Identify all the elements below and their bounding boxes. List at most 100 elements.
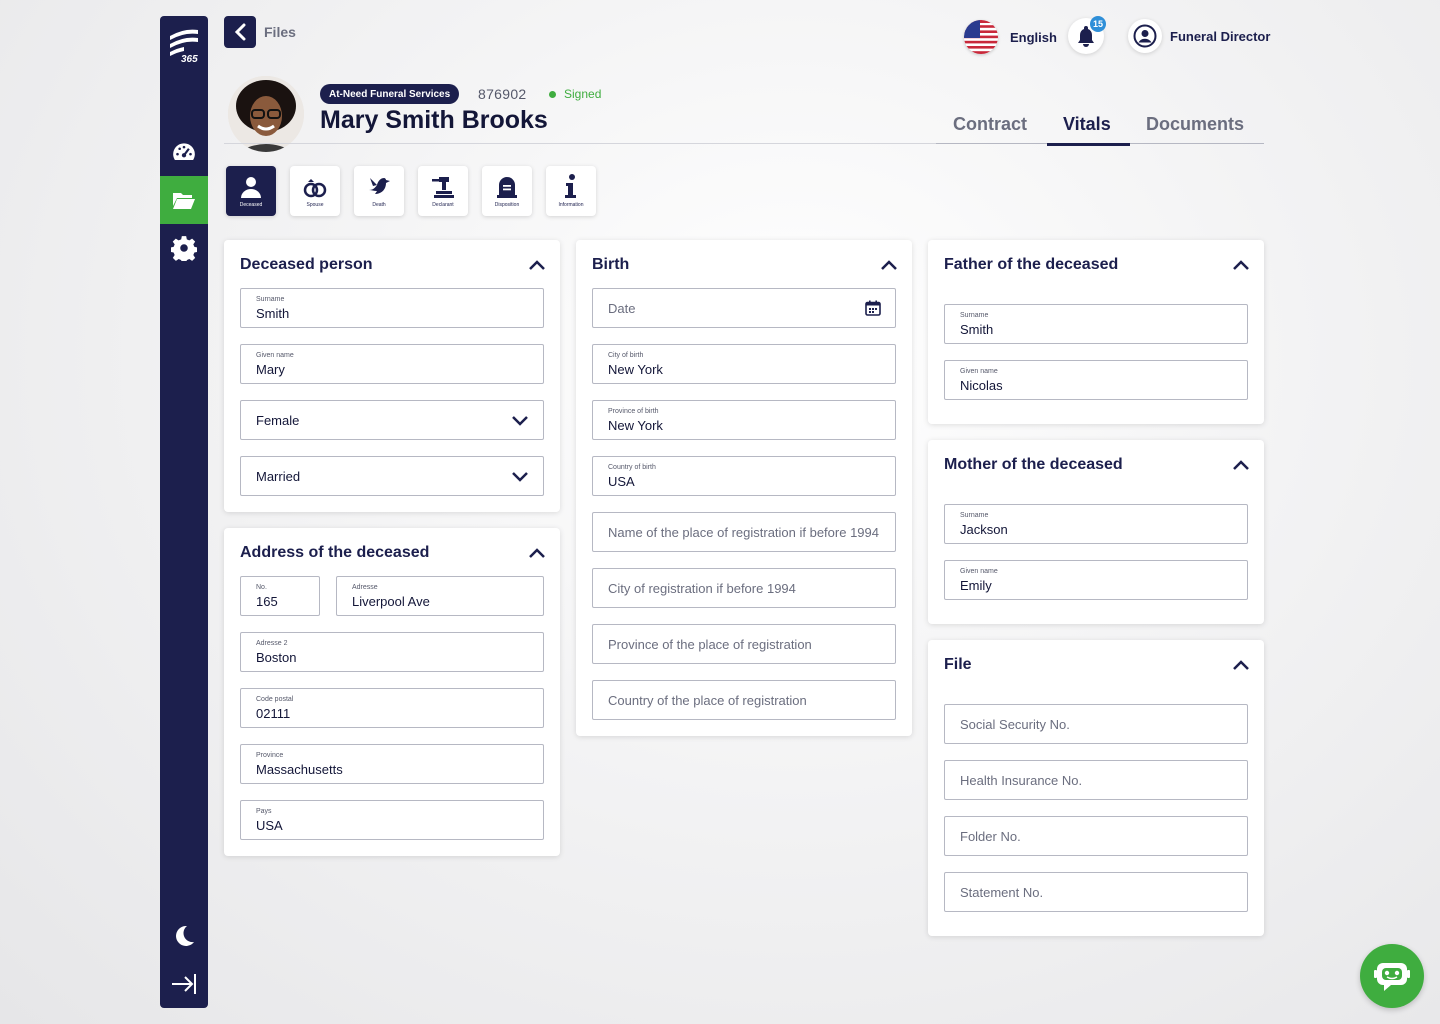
subtab-deceased[interactable]: Deceased	[226, 166, 276, 216]
field-placeholder: City of registration if before 1994	[608, 581, 796, 596]
sidebar-item-dark-mode[interactable]	[160, 912, 208, 960]
marital-status-select[interactable]: Married	[240, 456, 544, 496]
sidebar-item-files[interactable]	[160, 176, 208, 224]
postal-code-field[interactable]: Code postal 02111	[240, 688, 544, 728]
surname-field[interactable]: Surname Smith	[240, 288, 544, 328]
field-value: 165	[256, 594, 278, 609]
subtab-label: Spouse	[306, 202, 324, 208]
field-value: Liverpool Ave	[352, 594, 430, 609]
field-value: USA	[256, 818, 283, 833]
field-label: Surname	[960, 312, 989, 319]
user-role: Funeral Director	[1170, 28, 1271, 44]
street-field[interactable]: Adresse Liverpool Ave	[336, 576, 544, 616]
subtab-information[interactable]: Information	[546, 166, 596, 216]
field-placeholder: Country of the place of registration	[608, 693, 807, 708]
logo-text: 365	[181, 54, 198, 64]
field-value: Boston	[256, 650, 297, 665]
field-placeholder: Statement No.	[960, 885, 1044, 900]
back-button[interactable]	[224, 16, 256, 48]
father-surname-field[interactable]: Surname Smith	[944, 304, 1248, 344]
chevron-up-icon[interactable]	[1232, 656, 1250, 674]
birth-card: Birth Date City of birth New York Provin…	[576, 240, 912, 736]
street-number-field[interactable]: No. 165	[240, 576, 320, 616]
city-of-birth-field[interactable]: City of birth New York	[592, 344, 896, 384]
tab-vitals[interactable]: Vitals	[1047, 114, 1130, 146]
chevron-up-icon[interactable]	[528, 544, 546, 562]
registration-city-field[interactable]: City of registration if before 1994	[592, 568, 896, 608]
subtab-declarant[interactable]: Declarant	[418, 166, 468, 216]
us-flag-icon	[964, 20, 998, 54]
subtab-label: Information	[558, 202, 584, 208]
page-title: Mary Smith Brooks	[320, 106, 548, 134]
field-label: Code postal	[256, 696, 294, 703]
birth-date-field[interactable]: Date	[592, 288, 896, 328]
chevron-up-icon[interactable]	[1232, 256, 1250, 274]
province-field[interactable]: Province Massachusetts	[240, 744, 544, 784]
mother-given-name-field[interactable]: Given name Emily	[944, 560, 1248, 600]
chevron-up-icon[interactable]	[528, 256, 546, 274]
subtab-label: Declarant	[432, 202, 454, 208]
subtab-label: Death	[372, 202, 386, 208]
health-insurance-field[interactable]: Health Insurance No.	[944, 760, 1248, 800]
sidebar-item-logout[interactable]	[160, 960, 208, 1008]
card-title: Address of the deceased	[240, 544, 430, 561]
sidebar-item-dashboard[interactable]	[160, 128, 208, 176]
mother-surname-field[interactable]: Surname Jackson	[944, 504, 1248, 544]
subtab-label: Disposition	[494, 202, 520, 208]
app-logo[interactable]: 365	[166, 24, 202, 65]
chevron-up-icon[interactable]	[1232, 456, 1250, 474]
chevron-left-icon	[234, 23, 246, 41]
field-label: Surname	[256, 296, 285, 303]
gear-icon	[171, 236, 197, 261]
address2-field[interactable]: Adresse 2 Boston	[240, 632, 544, 672]
field-label: Given name	[256, 352, 294, 359]
breadcrumb[interactable]: Files	[264, 24, 296, 40]
province-of-birth-field[interactable]: Province of birth New York	[592, 400, 896, 440]
subtab-death[interactable]: Death	[354, 166, 404, 216]
sex-select[interactable]: Female	[240, 400, 544, 440]
service-badge: At-Need Funeral Services	[320, 84, 460, 104]
logout-arrow-icon	[172, 974, 196, 994]
field-label: Adresse	[352, 584, 378, 591]
tab-contract[interactable]: Contract	[953, 114, 1027, 143]
calendar-icon[interactable]	[865, 300, 881, 316]
father-given-name-field[interactable]: Given name Nicolas	[944, 360, 1248, 400]
field-value: Nicolas	[960, 378, 1003, 393]
subtab-spouse[interactable]: Spouse	[290, 166, 340, 216]
ssn-field[interactable]: Social Security No.	[944, 704, 1248, 744]
field-placeholder: Date	[608, 301, 636, 316]
field-placeholder: Health Insurance No.	[960, 773, 1083, 788]
registration-province-field[interactable]: Province of the place of registration	[592, 624, 896, 664]
field-value: Smith	[256, 306, 290, 321]
folder-number-field[interactable]: Folder No.	[944, 816, 1248, 856]
language-label: English	[1010, 29, 1057, 45]
card-title: Father of the deceased	[944, 256, 1119, 273]
given-name-field[interactable]: Given name Mary	[240, 344, 544, 384]
chevron-down-icon	[512, 472, 528, 482]
person-icon	[241, 177, 261, 198]
subtab-disposition[interactable]: Disposition	[482, 166, 532, 216]
folder-icon	[173, 193, 195, 209]
field-value: New York	[608, 362, 663, 377]
deceased-person-card: Deceased person Surname Smith Given name…	[224, 240, 560, 512]
user-menu[interactable]: Funeral Director	[1128, 19, 1270, 53]
field-value: Massachusetts	[256, 762, 343, 777]
country-of-birth-field[interactable]: Country of birth USA	[592, 456, 896, 496]
tab-documents[interactable]: Documents	[1146, 114, 1244, 143]
field-value: Mary	[256, 362, 285, 377]
country-field[interactable]: Pays USA	[240, 800, 544, 840]
notifications-button[interactable]: 15	[1068, 16, 1106, 54]
chevron-up-icon[interactable]	[880, 256, 898, 274]
statement-number-field[interactable]: Statement No.	[944, 872, 1248, 912]
field-value: Smith	[960, 322, 994, 337]
registration-country-field[interactable]: Country of the place of registration	[592, 680, 896, 720]
subtab-label: Deceased	[239, 202, 263, 208]
chatbot-button[interactable]	[1360, 944, 1424, 1008]
tombstone-icon	[497, 177, 517, 198]
field-label: City of birth	[608, 352, 644, 359]
registration-place-field[interactable]: Name of the place of registration if bef…	[592, 512, 896, 552]
field-placeholder: Name of the place of registration if bef…	[608, 525, 879, 540]
language-selector[interactable]: English	[964, 20, 1057, 54]
main-tabs: Contract Vitals Documents	[936, 110, 1264, 146]
sidebar-item-settings[interactable]	[160, 224, 208, 272]
